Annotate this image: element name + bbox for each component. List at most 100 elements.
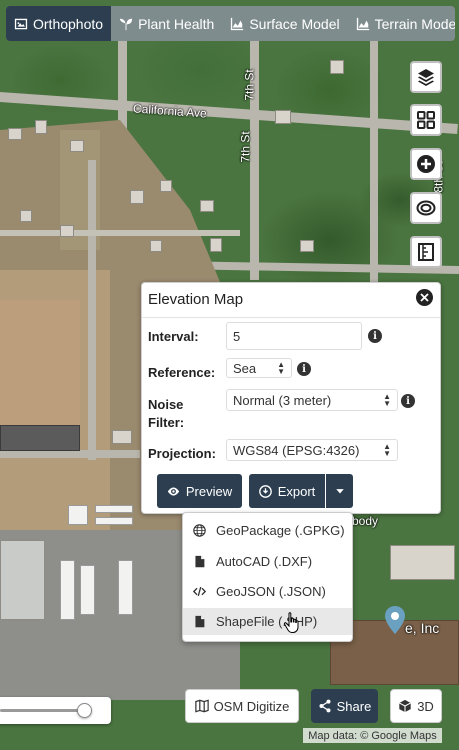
reference-select[interactable]: Sea ▲ ▼ xyxy=(226,358,292,378)
building xyxy=(210,238,222,252)
area-chart-icon xyxy=(356,17,369,30)
download-circle-icon xyxy=(258,484,272,498)
export-button[interactable]: Export xyxy=(249,474,325,508)
projection-value: WGS84 (EPSG:4326) xyxy=(233,442,360,458)
trailer xyxy=(80,565,95,615)
warehouse xyxy=(0,540,45,620)
menu-item-autocad[interactable]: AutoCAD (.DXF) xyxy=(183,548,352,575)
grid-icon xyxy=(417,111,435,129)
noise-filter-select[interactable]: Normal (3 meter) ▲ ▼ xyxy=(226,389,398,411)
plus-circle-icon xyxy=(417,155,435,173)
file-icon xyxy=(195,615,205,628)
map-attribution: Map data: © Google Maps xyxy=(303,728,442,743)
close-button[interactable] xyxy=(416,289,433,306)
elevation-map-panel: Elevation Map Interval: 5 i Reference: S… xyxy=(141,282,441,514)
tab-orthophoto[interactable]: Orthophoto xyxy=(6,6,112,41)
tab-terrain-model[interactable]: Terrain Model xyxy=(348,6,455,41)
menu-item-geopackage[interactable]: GeoPackage (.GPKG) xyxy=(183,517,352,544)
slider-knob[interactable] xyxy=(77,703,92,718)
eye-icon xyxy=(167,486,180,496)
file-icon xyxy=(195,555,205,568)
map-label-fragment: body xyxy=(352,514,379,528)
osm-digitize-label: OSM Digitize xyxy=(213,698,290,714)
panel-title: Elevation Map xyxy=(148,291,244,308)
app: California Ave 7th St 7th St 8th St body… xyxy=(0,0,459,750)
osm-digitize-button[interactable]: OSM Digitize xyxy=(185,689,299,723)
code-icon xyxy=(193,586,206,597)
menu-item-label: AutoCAD (.DXF) xyxy=(216,554,313,569)
interval-input[interactable]: 5 xyxy=(226,322,362,350)
menu-item-shapefile[interactable]: ShapeFile (.SHP) xyxy=(183,608,352,635)
share-label: Share xyxy=(336,698,372,714)
street-label-7th-upper: 7th St xyxy=(242,69,257,101)
add-button[interactable] xyxy=(410,148,442,180)
divider xyxy=(142,317,440,318)
select-arrows-icon: ▲ ▼ xyxy=(277,360,285,376)
building xyxy=(390,545,455,580)
building xyxy=(112,430,132,444)
view-button[interactable] xyxy=(410,192,442,224)
3d-label: 3D xyxy=(417,698,434,714)
tab-label: Surface Model xyxy=(249,15,340,32)
projection-select[interactable]: WGS84 (EPSG:4326) ▲ ▼ xyxy=(226,439,398,461)
3d-button[interactable]: 3D xyxy=(390,689,442,723)
export-menu: GeoPackage (.GPKG) AutoCAD (.DXF) GeoJSO… xyxy=(182,512,353,642)
trailer xyxy=(95,517,133,525)
building xyxy=(300,240,314,252)
ruler-icon xyxy=(418,243,434,261)
cube-icon xyxy=(399,699,412,713)
share-icon xyxy=(319,699,331,713)
tab-label: Plant Health xyxy=(138,15,215,32)
interval-label: Interval: xyxy=(148,329,199,344)
tab-surface-model[interactable]: Surface Model xyxy=(222,6,347,41)
globe-icon xyxy=(193,524,206,537)
tab-bar: Orthophoto Plant Health Surface Model Te… xyxy=(6,6,455,41)
info-icon[interactable]: i xyxy=(368,329,382,343)
export-dropdown-toggle[interactable] xyxy=(326,474,353,508)
building xyxy=(35,120,47,134)
tab-label: Orthophoto xyxy=(33,15,104,32)
building xyxy=(70,140,84,152)
street-label-7th: 7th St xyxy=(238,131,253,163)
building xyxy=(150,240,162,252)
opacity-slider[interactable] xyxy=(0,697,111,724)
share-button[interactable]: Share xyxy=(311,689,378,723)
trailer xyxy=(118,560,133,615)
map-pin-icon[interactable] xyxy=(385,606,405,634)
preview-button[interactable]: Preview xyxy=(157,474,242,508)
layers-icon xyxy=(418,69,434,86)
reference-value: Sea xyxy=(233,360,257,376)
projection-label: Projection: xyxy=(148,446,216,461)
tab-label: Terrain Model xyxy=(374,15,455,32)
caret-down-icon xyxy=(335,489,344,494)
menu-item-label: GeoJSON (.JSON) xyxy=(216,584,326,599)
menu-item-geojson[interactable]: GeoJSON (.JSON) xyxy=(183,578,352,605)
noise-filter-label-line-2: Filter: xyxy=(148,415,185,430)
menu-item-label: ShapeFile (.SHP) xyxy=(216,614,318,629)
area-chart-icon xyxy=(231,17,244,30)
building xyxy=(0,425,80,451)
layers-button[interactable] xyxy=(410,61,442,93)
reference-label: Reference: xyxy=(148,365,216,380)
noise-filter-value: Normal (3 meter) xyxy=(233,392,332,408)
menu-item-label: GeoPackage (.GPKG) xyxy=(216,523,345,538)
info-icon[interactable]: i xyxy=(401,394,415,408)
noise-filter-label-line-1: Noise xyxy=(148,397,184,412)
road-8th xyxy=(370,40,378,300)
building xyxy=(330,60,344,74)
building xyxy=(60,225,74,237)
image-icon xyxy=(14,18,28,29)
tab-plant-health[interactable]: Plant Health xyxy=(111,6,222,41)
measure-button[interactable] xyxy=(410,236,442,268)
preview-label: Preview xyxy=(185,483,233,499)
trailer xyxy=(95,505,133,513)
grid-button[interactable] xyxy=(410,104,442,136)
trailer xyxy=(60,560,75,620)
hand-cursor-icon xyxy=(283,612,299,633)
info-icon[interactable]: i xyxy=(297,362,311,376)
seedling-icon xyxy=(119,18,133,30)
map-icon xyxy=(194,699,209,713)
building xyxy=(160,180,172,192)
building xyxy=(200,200,214,212)
building xyxy=(130,190,144,204)
